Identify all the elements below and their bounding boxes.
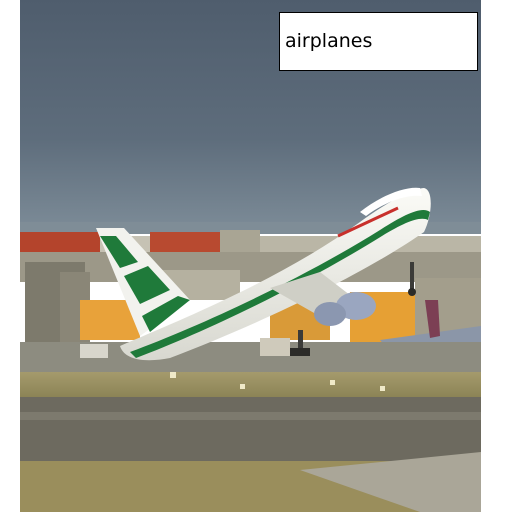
engine-2 (314, 302, 346, 326)
airplane-photo (20, 0, 481, 512)
caption-label: airplanes (285, 30, 373, 52)
airplane-photo-drawing (20, 0, 481, 512)
runway-edge (20, 412, 481, 420)
runway (20, 397, 481, 461)
grass-near (20, 372, 481, 397)
image-canvas: airplanes (0, 0, 512, 512)
caption-box: airplanes (279, 12, 478, 71)
